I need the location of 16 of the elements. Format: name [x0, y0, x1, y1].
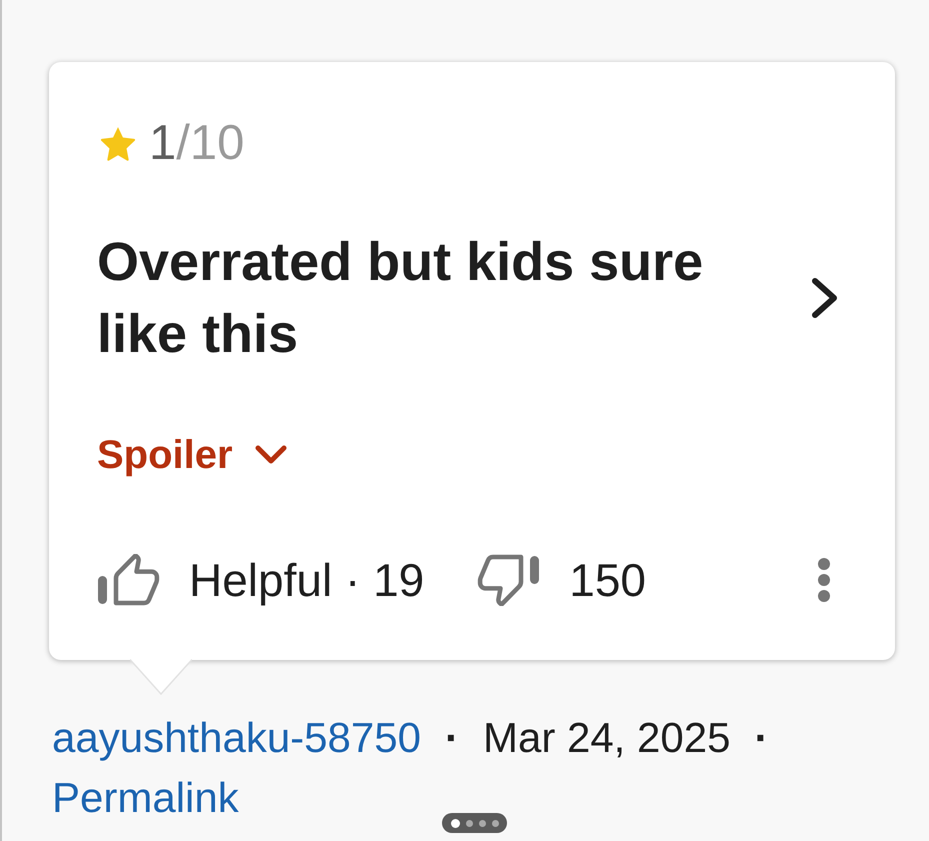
separator: · — [754, 713, 768, 763]
not-helpful-button[interactable]: 150 — [477, 552, 646, 608]
rating-scale: /10 — [176, 115, 244, 171]
chevron-right-icon[interactable] — [811, 277, 839, 319]
more-options-icon[interactable] — [817, 557, 831, 603]
spoiler-toggle[interactable]: Spoiler — [97, 431, 287, 479]
author-link[interactable]: aayushthaku-58750 — [52, 708, 421, 768]
rating-value: 1 — [149, 115, 176, 171]
permalink-link[interactable]: Permalink — [52, 768, 239, 828]
thumbs-down-icon — [477, 554, 540, 606]
star-icon — [100, 126, 136, 160]
thumbs-up-icon — [97, 554, 160, 606]
review-title: Overrated but kids sure like this — [97, 231, 704, 366]
review-date: Mar 24, 2025 — [482, 713, 730, 763]
separator: · — [444, 713, 459, 763]
helpful-button[interactable]: Helpful · 19 — [97, 552, 424, 608]
